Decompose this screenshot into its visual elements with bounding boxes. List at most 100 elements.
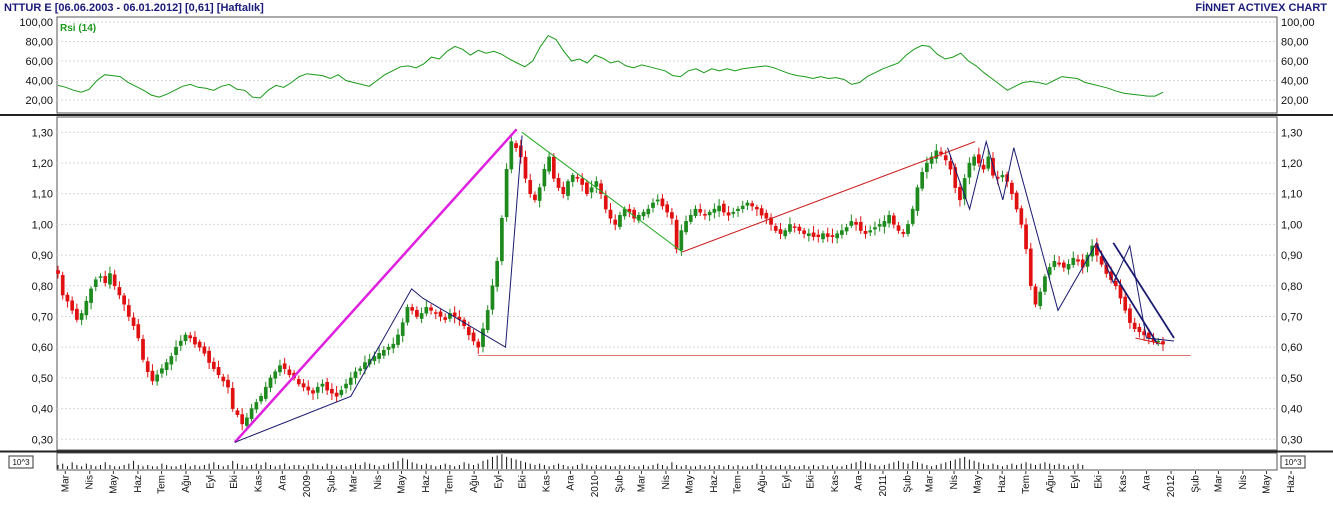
candle-body [254,402,259,410]
candle-body [698,209,703,213]
candle-body [920,171,925,189]
x-tick-label: Mar [636,474,647,492]
rsi-frame [56,16,1278,114]
x-tick-label: Mar [348,474,359,492]
candle-body [849,221,854,226]
rsi-legend: Rsi (14) [60,23,96,34]
candle-body [476,341,481,348]
x-tick-label: Eki [517,475,528,489]
candle-body [202,346,207,354]
x-tick-label: Şub [1191,475,1202,493]
x-tick-label: Nis [949,475,960,489]
candle-body [400,322,405,336]
rsi-tick-left: 40,00 [25,76,53,88]
candle-body [575,176,580,179]
candle-body [943,155,948,161]
candle-body [580,178,585,185]
candle-body [830,235,835,237]
candle-body [660,198,665,207]
candle-body [79,313,84,320]
candle-body [301,383,306,388]
x-tick-label: Mar [925,474,936,492]
x-tick-label: May [1262,475,1273,494]
candle-body [844,227,849,232]
candle-body [589,187,594,193]
x-tick-label: May [685,475,696,494]
candle-body [816,234,821,237]
candle-body [967,162,972,178]
candle-body [197,341,202,348]
x-tick-label: Kas [1118,475,1129,492]
candle-body [1057,262,1061,265]
candle-body [958,186,962,201]
rsi-tick-left: 20,00 [25,95,53,107]
price-tick-left: 1,20 [32,158,53,170]
candle-body [854,221,858,225]
candle-body [287,369,292,376]
candle-body [1028,248,1033,287]
candle-body [108,273,112,285]
candle-body [504,168,509,218]
candle-body [915,187,920,211]
candle-body [193,336,197,345]
price-tick-right: 1,10 [1281,189,1302,201]
candle-body [684,221,688,233]
candle-body [150,370,155,382]
candle-body [547,156,551,172]
candle-body [542,168,547,187]
price-tick-left: 0,90 [32,250,53,262]
candle-body [797,226,802,231]
candle-body [806,233,811,237]
x-tick-label: Haz [709,475,720,493]
candle-body [603,195,608,210]
candle-body [1043,276,1047,292]
candle-body [1132,322,1137,330]
x-tick-label: 2012 [1166,475,1177,498]
candle-body [1128,308,1132,323]
stock-chart: Rsi (14) 10^3 10^3 100,00 100,00 80,00 80,00… [0,16,1333,498]
candle-body [112,274,117,287]
candle-body [415,310,419,317]
candle-body [348,377,353,385]
candle-body [670,212,674,219]
price-tick-left: 0,80 [32,281,53,293]
candle-body [278,365,282,373]
candle-body [811,232,816,237]
rsi-tick-right: 20,00 [1281,95,1309,107]
price-tick-right: 0,80 [1281,281,1302,293]
candle-body [1014,192,1019,210]
x-tick-label: Kas [254,475,265,492]
rsi-tick-left: 60,00 [25,56,53,68]
candle-body [178,340,183,346]
candle-body [141,338,145,360]
candle-body [377,353,381,359]
candle-body [174,346,178,355]
x-tick-label: Eyl [782,475,793,489]
candle-body [802,230,806,234]
candle-body [136,324,141,339]
candle-body [835,233,840,239]
candle-body [315,386,320,393]
candle-body [433,312,438,314]
x-tick-label: Tem [157,475,168,494]
rsi-tick-right: 40,00 [1281,76,1309,88]
x-tick-label: Nis [85,475,96,489]
candle-body [1047,267,1052,275]
candle-body [755,206,759,210]
candle-body [570,175,575,182]
x-tick-label: Kas [542,475,553,492]
candle-body [788,224,792,232]
candle-body [712,208,717,213]
x-tick-label: Eyl [1070,475,1081,489]
candle-body [533,194,537,201]
candle-body [117,287,122,296]
x-tick-label: Tem [1021,475,1032,494]
x-tick-label: Haz [133,475,144,493]
x-tick-label: Tem [445,475,456,494]
candle-body [1146,332,1151,339]
price-tick-left: 1,00 [32,219,53,231]
candle-body [825,233,830,237]
x-tick-label: Eyl [494,475,505,489]
x-tick-label: Nis [373,475,384,489]
candle-body [65,294,70,302]
